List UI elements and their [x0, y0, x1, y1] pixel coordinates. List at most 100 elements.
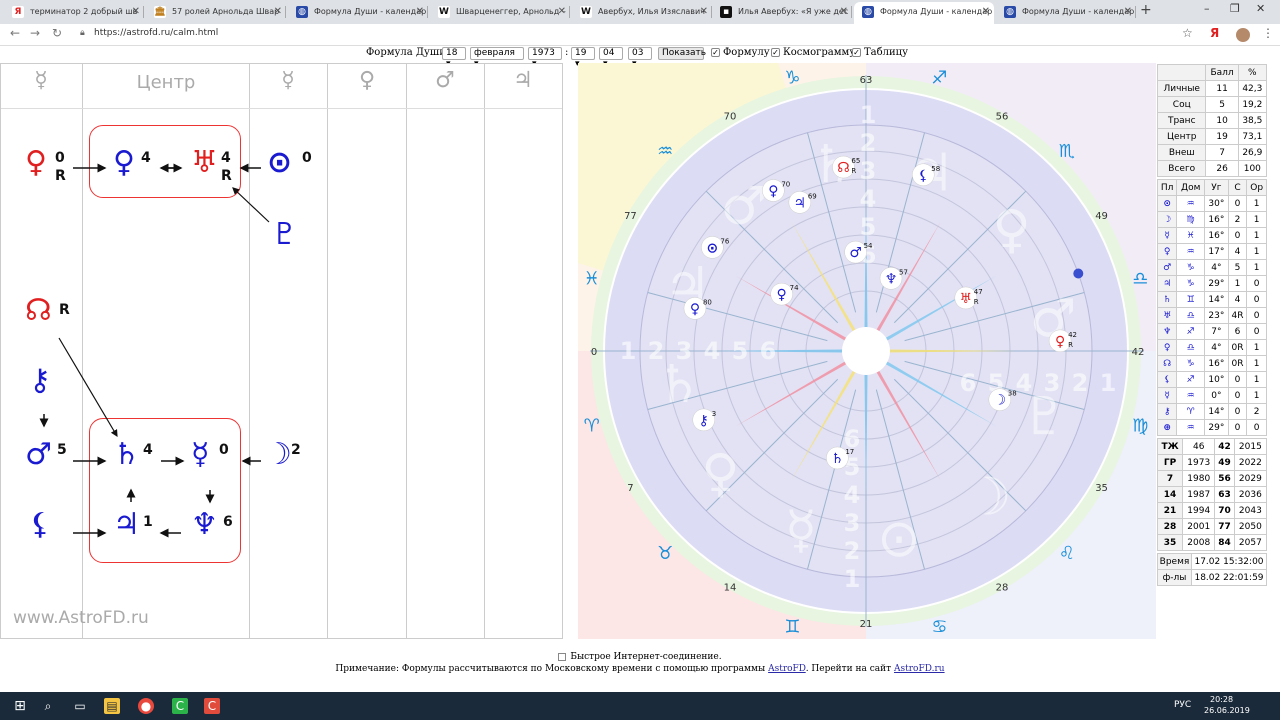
- diagram-node-num: 0: [302, 150, 312, 166]
- table-cell: 0: [1227, 227, 1248, 244]
- cosmogram-checkbox[interactable]: ✓: [771, 48, 780, 57]
- degree-label: 63: [860, 75, 873, 86]
- table-row: Транс 10 38,5: [1156, 112, 1268, 129]
- formula-form: Формула Души: 18 ▾ февраля ▾ 1973 ▾ : 19…: [0, 47, 1280, 69]
- browser-tab[interactable]: W Авербух, Илья Изяславич ✕: [572, 2, 712, 24]
- table-cell: 2015: [1233, 438, 1268, 455]
- close-tab-icon[interactable]: ✕: [1124, 2, 1132, 22]
- url-field[interactable]: https://astrofd.ru/calm.html: [94, 28, 218, 38]
- table-cell: 16°: [1204, 227, 1229, 244]
- diagram-node: ♀: [25, 145, 47, 180]
- day-select[interactable]: 18 ▾: [442, 47, 466, 69]
- close-tab-icon[interactable]: ✕: [840, 2, 848, 22]
- file-explorer-icon[interactable]: ▤: [104, 698, 120, 714]
- windows-start-icon[interactable]: ⊞: [12, 698, 28, 714]
- score-table: Балл% Личные 11 42,3 Соц 5 19,2 Транс 10 38,5 Цент…: [1156, 64, 1268, 177]
- table-cell: 4: [1227, 243, 1248, 260]
- fast-connection-checkbox[interactable]: [558, 652, 567, 661]
- chrome-icon[interactable]: ●: [138, 698, 154, 714]
- table-cell: 0: [1246, 323, 1267, 340]
- table-row: ♃ ♑ 29° 1 0: [1156, 275, 1267, 292]
- table-cell: 5: [1227, 259, 1248, 276]
- forward-icon[interactable]: →: [30, 26, 40, 40]
- table-row: 7 1980 56 2029: [1156, 470, 1268, 487]
- show-button[interactable]: Показать: [658, 47, 706, 60]
- astrofd-program-link[interactable]: AstroFD: [768, 664, 806, 674]
- zodiac-sign-icon: ♓: [584, 268, 600, 289]
- table-row: Соц 5 19,2: [1156, 96, 1268, 113]
- camtasia-icon[interactable]: C: [172, 698, 188, 714]
- table-cell: 17°: [1204, 243, 1229, 260]
- cosmogram-checkbox-label: Космограмму: [783, 47, 856, 58]
- hour-select[interactable]: 19 ▾: [571, 47, 595, 69]
- table-cell: 0: [1227, 371, 1248, 388]
- planet-degree: 17: [845, 448, 854, 456]
- table-cell: ☊: [1156, 355, 1178, 372]
- browser-tab[interactable]: W Шварценеггер, Арнольд – ✕: [430, 2, 570, 24]
- table-cell: 16°: [1204, 211, 1229, 228]
- note-middle: . Перейти на сайт: [805, 664, 892, 674]
- planet-degree: 47: [974, 288, 983, 296]
- table-cell: 4: [1227, 291, 1248, 308]
- task-view-icon[interactable]: ▭: [72, 698, 88, 714]
- close-tab-icon[interactable]: ✕: [132, 2, 140, 22]
- table-row: Центр 19 73,1: [1156, 128, 1268, 145]
- maximize-button[interactable]: ❐: [1230, 2, 1240, 15]
- house-number: 3: [676, 337, 693, 365]
- table-cell: 1: [1246, 355, 1267, 372]
- close-tab-icon[interactable]: ✕: [274, 2, 282, 22]
- new-tab-button[interactable]: +: [1140, 2, 1152, 18]
- table-cell: 1: [1246, 195, 1267, 212]
- degree-label: 14: [724, 583, 737, 594]
- browser-tab[interactable]: ◍ Формула Души - календар ✕: [854, 2, 994, 24]
- close-tab-icon[interactable]: ✕: [982, 2, 990, 22]
- house-number: 2: [648, 337, 665, 365]
- table-checkbox[interactable]: ✓: [852, 48, 861, 57]
- table-cell: 26: [1205, 160, 1239, 177]
- diagram-node: ♅: [191, 145, 218, 180]
- diagram-node-sub: R: [59, 302, 70, 318]
- table-cell: 63: [1214, 486, 1235, 503]
- address-bar: ← → ↻ 🔒︎ https://astrofd.ru/calm.html ☆ …: [0, 24, 1280, 46]
- center-circle: [842, 327, 890, 375]
- clock-date[interactable]: 26.06.2019: [1204, 706, 1250, 715]
- close-tab-icon[interactable]: ✕: [700, 2, 708, 22]
- browser-tab[interactable]: 🏛︎ 57 ролей Арнольда Швар ✕: [146, 2, 286, 24]
- reload-icon[interactable]: ↻: [52, 26, 62, 40]
- timezone-select[interactable]: 03 ▾: [628, 47, 652, 69]
- browser-tab[interactable]: ◍ Формула Души - календар ✕: [288, 2, 428, 24]
- menu-icon[interactable]: ⋮: [1262, 26, 1274, 40]
- close-tab-icon[interactable]: ✕: [416, 2, 424, 22]
- browser-tab[interactable]: Ятерминатор 2 добрый шв ✕: [4, 2, 144, 24]
- formula-checkbox[interactable]: ✓: [711, 48, 720, 57]
- bookmark-star-icon[interactable]: ☆: [1182, 26, 1193, 40]
- minute-select[interactable]: 04 ▾: [599, 47, 623, 69]
- faint-planet-glyph: ☿: [785, 501, 817, 561]
- astrofd-site-link[interactable]: AstroFD.ru: [894, 664, 945, 674]
- clock-time[interactable]: 20:28: [1210, 695, 1233, 704]
- language-indicator[interactable]: РУС: [1174, 700, 1191, 710]
- browser-tab[interactable]: ◍ Формула Души - календар ✕: [996, 2, 1136, 24]
- table-cell: 49: [1214, 454, 1235, 471]
- avatar[interactable]: [1236, 28, 1250, 42]
- table-cell: 14: [1156, 486, 1184, 503]
- planet-degree: 70: [781, 181, 790, 189]
- yandex-extension-icon[interactable]: Я: [1210, 26, 1219, 40]
- app-icon[interactable]: C: [204, 698, 220, 714]
- close-tab-icon[interactable]: ✕: [558, 2, 566, 22]
- tab-title: Формула Души - календар: [1022, 7, 1135, 16]
- month-select[interactable]: февраля ▾: [470, 47, 524, 69]
- search-icon[interactable]: ⌕: [40, 698, 56, 714]
- formula-checkbox-label: Формулу: [723, 47, 770, 58]
- planet-degree: 76: [720, 237, 729, 245]
- browser-tab[interactable]: ▪ Илья Авербух: «Я уже дес ✕: [712, 2, 852, 24]
- minimize-button[interactable]: –: [1204, 2, 1210, 15]
- back-icon[interactable]: ←: [10, 26, 20, 40]
- table-cell: 19,2: [1237, 96, 1268, 113]
- close-window-button[interactable]: ✕: [1256, 2, 1265, 15]
- table-cell: ♆: [1156, 323, 1178, 340]
- planet-degree: 69: [808, 192, 817, 200]
- year-select[interactable]: 1973 ▾: [528, 47, 562, 69]
- table-cell: 11: [1205, 80, 1239, 97]
- zodiac-sign-icon: ♏: [1059, 141, 1075, 162]
